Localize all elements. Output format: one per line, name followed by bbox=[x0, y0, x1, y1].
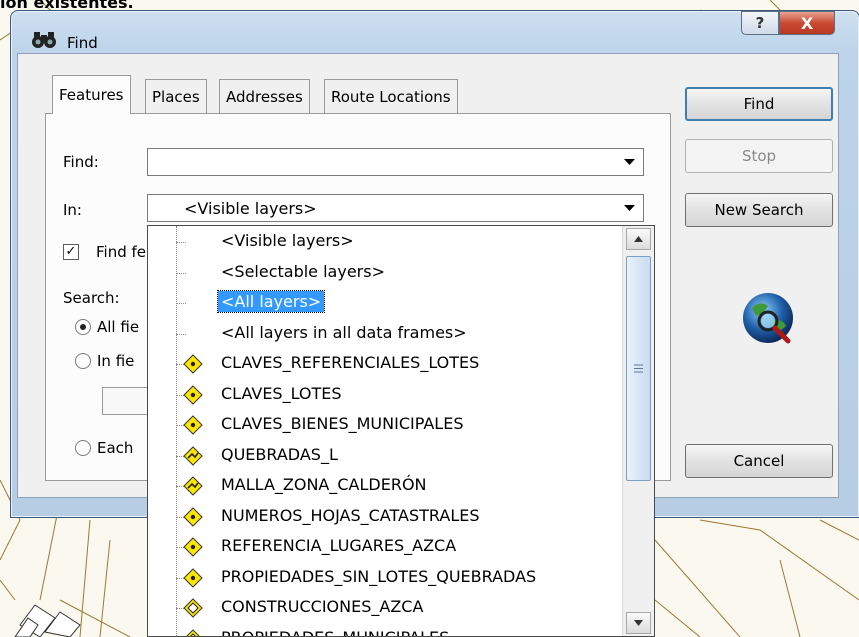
find-combobox[interactable] bbox=[147, 148, 644, 176]
list-item-label: <All layers> bbox=[216, 290, 326, 313]
chevron-down-icon[interactable] bbox=[619, 198, 639, 218]
tree-connector bbox=[176, 333, 186, 335]
tab-label: Route Locations bbox=[331, 87, 451, 106]
list-item[interactable]: <Visible layers> bbox=[148, 227, 622, 257]
list-item-label: PROPIEDADES_MUNICIPALES bbox=[221, 627, 450, 637]
radio-each-label: Each bbox=[97, 439, 134, 457]
in-combobox[interactable]: <Visible layers> bbox=[147, 194, 644, 222]
globe-search-icon bbox=[743, 293, 793, 344]
in-value: <Visible layers> bbox=[184, 199, 317, 218]
line-layer-icon bbox=[183, 445, 203, 466]
find-button[interactable]: Find bbox=[685, 87, 833, 121]
list-item[interactable]: QUEBRADAS_L bbox=[148, 441, 622, 471]
point-layer-icon bbox=[183, 506, 203, 527]
vertical-scrollbar[interactable] bbox=[622, 226, 654, 636]
tab-label: Places bbox=[152, 87, 200, 106]
chevron-down-icon[interactable] bbox=[619, 152, 639, 172]
point-layer-icon bbox=[183, 537, 203, 557]
find-features-label: Find fe bbox=[96, 243, 147, 261]
radio-in-field[interactable] bbox=[75, 353, 91, 369]
list-item-label: CLAVES_REFERENCIALES_LOTES bbox=[221, 353, 480, 372]
window-title: Find bbox=[67, 34, 98, 52]
search-label: Search: bbox=[63, 289, 120, 307]
list-item-label: CONSTRUCCIONES_AZCA bbox=[221, 597, 424, 616]
new-search-button[interactable]: New Search bbox=[685, 193, 833, 227]
list-item-label: <Selectable layers> bbox=[221, 261, 385, 281]
binoculars-icon bbox=[32, 32, 56, 48]
list-item[interactable]: NUMEROS_HOJAS_CATASTRALES bbox=[148, 502, 622, 532]
tree-connector bbox=[176, 242, 186, 243]
layers-dropdown-list[interactable]: <Visible layers> <Selectable layers> <All … bbox=[147, 225, 655, 637]
tab-places[interactable]: Places bbox=[145, 79, 207, 113]
list-item[interactable]: <Selectable layers> bbox=[148, 258, 622, 288]
tab-route-locations[interactable]: Route Locations bbox=[324, 79, 458, 113]
polygon-layer-icon bbox=[183, 628, 203, 636]
stop-button[interactable]: Stop bbox=[685, 139, 833, 173]
list-item[interactable]: PROPIEDADES_MUNICIPALES bbox=[148, 624, 622, 637]
list-item[interactable]: CONSTRUCCIONES_AZCA bbox=[148, 593, 622, 623]
scroll-thumb[interactable] bbox=[626, 256, 651, 481]
in-label: In: bbox=[63, 201, 82, 219]
scroll-up-button[interactable] bbox=[626, 228, 651, 250]
tab-label: Addresses bbox=[226, 87, 303, 106]
tab-addresses[interactable]: Addresses bbox=[219, 79, 310, 113]
point-layer-icon bbox=[183, 567, 203, 588]
list-item[interactable]: CLAVES_REFERENCIALES_LOTES bbox=[148, 349, 622, 379]
tab-label: Features bbox=[59, 86, 124, 104]
point-layer-icon bbox=[183, 384, 203, 405]
polygon-layer-icon bbox=[183, 598, 203, 618]
close-button[interactable]: X bbox=[779, 11, 835, 35]
list-item[interactable]: <All layers> bbox=[148, 288, 622, 318]
tab-features[interactable]: Features bbox=[52, 75, 131, 114]
list-item-label: <All layers in all data frames> bbox=[221, 322, 467, 342]
list-item[interactable]: MALLA_ZONA_CALDERÓN bbox=[148, 471, 622, 501]
field-select[interactable] bbox=[102, 387, 152, 415]
tree-connector bbox=[176, 272, 186, 274]
list-item[interactable]: CLAVES_LOTES bbox=[148, 380, 622, 410]
point-layer-icon bbox=[183, 415, 203, 435]
cancel-button[interactable]: Cancel bbox=[685, 444, 833, 478]
help-button[interactable]: ? bbox=[741, 11, 779, 35]
point-layer-icon bbox=[183, 354, 203, 374]
list-item-label: <Visible layers> bbox=[221, 231, 354, 250]
list-item-label: NUMEROS_HOJAS_CATASTRALES bbox=[221, 505, 480, 525]
list-item[interactable]: PROPIEDADES_SIN_LOTES_QUEBRADAS bbox=[148, 563, 622, 593]
tree-connector bbox=[176, 303, 186, 304]
find-label: Find: bbox=[63, 153, 99, 171]
list-item[interactable]: <All layers in all data frames> bbox=[148, 319, 622, 349]
list-item-label: MALLA_ZONA_CALDERÓN bbox=[221, 475, 427, 494]
list-item[interactable]: REFERENCIA_LUGARES_AZCA bbox=[148, 532, 622, 562]
radio-in-field-label: In fie bbox=[97, 352, 135, 370]
radio-all-fields-label: All fie bbox=[97, 318, 140, 336]
list-item-label: CLAVES_LOTES bbox=[221, 383, 342, 403]
list-item-label: PROPIEDADES_SIN_LOTES_QUEBRADAS bbox=[221, 566, 537, 586]
line-layer-icon bbox=[183, 476, 203, 496]
list-item-label: CLAVES_BIENES_MUNICIPALES bbox=[221, 414, 464, 433]
radio-each[interactable] bbox=[75, 440, 91, 456]
list-item[interactable]: CLAVES_BIENES_MUNICIPALES bbox=[148, 410, 622, 440]
find-features-checkbox[interactable]: ✓ bbox=[63, 244, 79, 260]
list-item-label: QUEBRADAS_L bbox=[221, 444, 338, 464]
list-item-label: REFERENCIA_LUGARES_AZCA bbox=[221, 536, 457, 555]
radio-all-fields[interactable] bbox=[75, 319, 91, 335]
scroll-down-button[interactable] bbox=[626, 612, 651, 634]
